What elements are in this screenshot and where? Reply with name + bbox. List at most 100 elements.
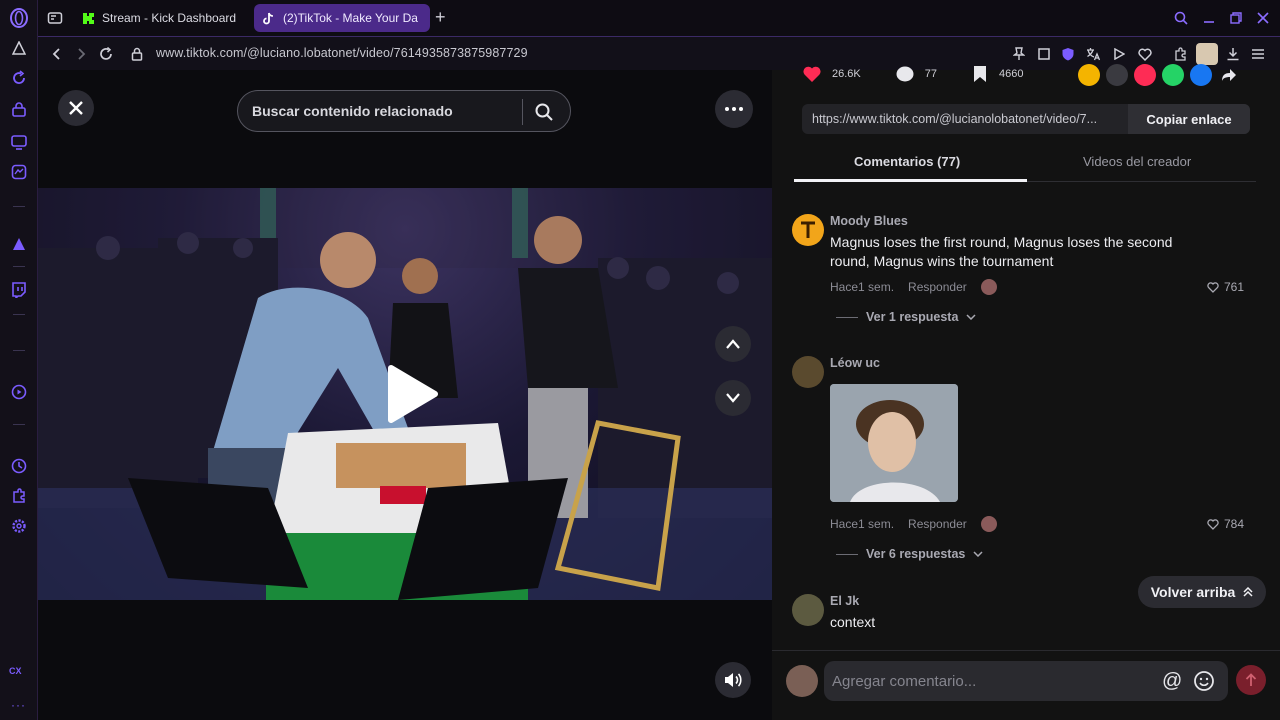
play-button[interactable] bbox=[383, 364, 439, 424]
pin-icon[interactable] bbox=[1010, 45, 1028, 63]
puzzle-icon[interactable] bbox=[1172, 45, 1190, 63]
opera-logo-icon[interactable] bbox=[9, 8, 29, 28]
comments-panel: 26.6K 77 4660 https://www.tiktok.com/@lu… bbox=[772, 64, 1280, 720]
avatar[interactable] bbox=[786, 665, 818, 697]
search-tabs-icon[interactable] bbox=[1172, 9, 1190, 27]
comment-meta: Hace1 sem. Responder bbox=[830, 279, 997, 295]
comment-count: 77 bbox=[924, 68, 937, 80]
mention-icon[interactable]: @ bbox=[1162, 670, 1184, 692]
reload-icon[interactable] bbox=[97, 45, 115, 63]
creator-like-badge bbox=[980, 516, 997, 532]
profile-avatar[interactable] bbox=[1196, 43, 1218, 65]
avatar[interactable] bbox=[792, 214, 824, 246]
comment-item: Léow uc Hace1 sem. Responder 784 Ver 6 r… bbox=[792, 356, 1252, 566]
tab-creator-videos[interactable]: Videos del creador bbox=[1083, 154, 1191, 169]
monitor-icon[interactable] bbox=[9, 132, 29, 152]
browser-sidebar: CX ··· bbox=[0, 0, 38, 720]
share-whatsapp-button[interactable] bbox=[1162, 64, 1184, 86]
comment-username[interactable]: Moody Blues bbox=[830, 214, 908, 228]
snapshot-icon[interactable] bbox=[1035, 45, 1053, 63]
warning-icon[interactable] bbox=[9, 38, 29, 58]
creator-like-badge bbox=[980, 279, 997, 295]
back-icon[interactable] bbox=[48, 45, 66, 63]
previous-video-button[interactable] bbox=[715, 326, 751, 362]
play-icon[interactable] bbox=[1110, 45, 1128, 63]
share-arrow-icon[interactable] bbox=[1218, 64, 1240, 86]
send-comment-button[interactable] bbox=[1236, 665, 1266, 695]
share-button-3[interactable] bbox=[1134, 64, 1156, 86]
sidebar-divider bbox=[13, 350, 25, 351]
comment-meta: Hace1 sem. Responder bbox=[830, 516, 997, 532]
url-field[interactable]: www.tiktok.com/@luciano.lobatonet/video/… bbox=[156, 46, 528, 60]
lock-icon[interactable] bbox=[128, 45, 146, 63]
close-window-icon[interactable] bbox=[1254, 9, 1272, 27]
tab-label: (2)TikTok - Make Your Da bbox=[283, 11, 418, 25]
comment-image[interactable] bbox=[830, 384, 958, 502]
emoji-icon[interactable] bbox=[1193, 670, 1215, 692]
share-embed-button[interactable] bbox=[1106, 64, 1128, 86]
player-icon[interactable] bbox=[9, 382, 29, 402]
close-video-button[interactable] bbox=[58, 90, 94, 126]
avatar[interactable] bbox=[792, 356, 824, 388]
related-search-input[interactable] bbox=[252, 91, 520, 131]
comment-icon bbox=[896, 66, 914, 82]
like-count: 26.6K bbox=[832, 68, 861, 80]
avatar[interactable] bbox=[792, 594, 824, 626]
volume-button[interactable] bbox=[715, 662, 751, 698]
workspaces-icon[interactable] bbox=[47, 10, 63, 26]
translate-icon[interactable] bbox=[1084, 45, 1102, 63]
save-count: 4660 bbox=[999, 68, 1024, 80]
tab-comments[interactable]: Comentarios (77) bbox=[854, 154, 960, 169]
vpn-shield-icon[interactable] bbox=[1059, 45, 1077, 63]
copy-link-button[interactable]: Copiar enlace bbox=[1128, 104, 1250, 134]
menu-icon[interactable] bbox=[1249, 45, 1267, 63]
play-icon bbox=[388, 365, 438, 423]
search-icon[interactable] bbox=[534, 102, 554, 122]
sidebar-bottom-label[interactable]: CX bbox=[9, 666, 22, 676]
reply-button[interactable]: Responder bbox=[908, 517, 967, 531]
video-player[interactable] bbox=[38, 188, 772, 600]
minimize-icon[interactable] bbox=[1200, 9, 1218, 27]
more-options-button[interactable] bbox=[715, 90, 753, 128]
restore-icon[interactable] bbox=[1227, 9, 1245, 27]
comment-time: Hace1 sem. bbox=[830, 280, 895, 294]
share-button-1[interactable] bbox=[1078, 64, 1100, 86]
next-video-button[interactable] bbox=[715, 380, 751, 416]
messenger-icon[interactable] bbox=[9, 162, 29, 182]
aria-icon[interactable] bbox=[9, 234, 29, 254]
sidebar-divider bbox=[13, 266, 25, 267]
forward-icon[interactable] bbox=[72, 45, 90, 63]
back-to-top-button[interactable]: Volver arriba bbox=[1138, 576, 1266, 608]
history-icon[interactable] bbox=[9, 456, 29, 476]
view-replies-button[interactable]: Ver 6 respuestas bbox=[836, 547, 983, 561]
comment-username[interactable]: Léow uc bbox=[830, 356, 880, 370]
tab-tiktok[interactable]: (2)TikTok - Make Your Da bbox=[254, 4, 430, 32]
related-search-box bbox=[237, 90, 571, 132]
share-facebook-button[interactable] bbox=[1190, 64, 1212, 86]
share-url[interactable]: https://www.tiktok.com/@lucianolobatonet… bbox=[802, 112, 1128, 126]
extensions-icon[interactable] bbox=[9, 486, 29, 506]
settings-icon[interactable] bbox=[9, 516, 29, 536]
more-dots-icon[interactable]: ··· bbox=[11, 698, 26, 712]
close-icon bbox=[69, 101, 83, 115]
heart-outline-icon bbox=[1207, 518, 1219, 530]
video-pane bbox=[38, 70, 772, 720]
twitch-icon[interactable] bbox=[9, 280, 29, 300]
view-replies-button[interactable]: Ver 1 respuesta bbox=[836, 310, 976, 324]
tab-kick-dashboard[interactable]: Stream - Kick Dashboard bbox=[73, 4, 245, 32]
comment-username[interactable]: El Jk bbox=[830, 594, 859, 608]
new-tab-plus-icon[interactable]: + bbox=[435, 8, 451, 26]
comment-like-count: 761 bbox=[1223, 280, 1244, 294]
refresh-icon[interactable] bbox=[9, 68, 29, 88]
heart-outline-icon bbox=[1207, 281, 1219, 293]
heart-icon[interactable] bbox=[1136, 45, 1154, 63]
download-icon[interactable] bbox=[1224, 45, 1242, 63]
bag-icon[interactable] bbox=[9, 100, 29, 120]
comment-like[interactable]: 784 bbox=[1207, 517, 1244, 531]
reply-button[interactable]: Responder bbox=[908, 280, 967, 294]
comment-composer: @ bbox=[772, 650, 1280, 720]
arrow-up-icon bbox=[1245, 673, 1257, 686]
comment-input[interactable] bbox=[832, 661, 1152, 701]
comment-like[interactable]: 761 bbox=[1207, 280, 1244, 294]
tiktok-icon bbox=[262, 11, 276, 25]
